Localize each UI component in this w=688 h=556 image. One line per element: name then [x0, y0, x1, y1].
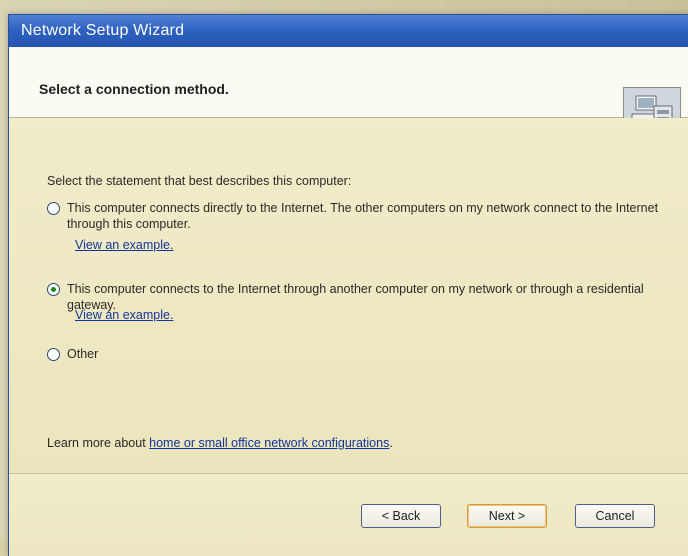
wizard-window: Network Setup Wizard Select a connection… — [8, 14, 688, 556]
option-label: Other — [67, 347, 99, 361]
wizard-content: Select the statement that best describes… — [9, 118, 688, 473]
wizard-header: Select a connection method. — [9, 47, 688, 145]
learn-more-text: Learn more about home or small office ne… — [47, 436, 393, 450]
title-bar[interactable]: Network Setup Wizard — [9, 15, 688, 47]
radio-through-another-computer[interactable] — [47, 283, 60, 296]
back-button[interactable]: < Back — [361, 504, 441, 528]
view-example-link-gateway[interactable]: View an example. — [75, 308, 173, 322]
network-configurations-link[interactable]: home or small office network configurati… — [149, 436, 389, 450]
radio-direct-connection[interactable] — [47, 202, 60, 215]
radio-other[interactable] — [47, 348, 60, 361]
learn-more-prefix: Learn more about — [47, 436, 150, 450]
next-button[interactable]: Next > — [467, 504, 547, 528]
option-label: This computer connects directly to the I… — [67, 201, 659, 231]
selection-prompt: Select the statement that best describes… — [47, 174, 352, 188]
page-title: Select a connection method. — [39, 81, 229, 97]
window-title: Network Setup Wizard — [21, 22, 185, 39]
view-example-link-direct[interactable]: View an example. — [75, 238, 173, 252]
cancel-button[interactable]: Cancel — [575, 504, 655, 528]
learn-more-suffix: . — [389, 436, 393, 450]
wizard-footer: < Back Next > Cancel — [9, 473, 688, 556]
